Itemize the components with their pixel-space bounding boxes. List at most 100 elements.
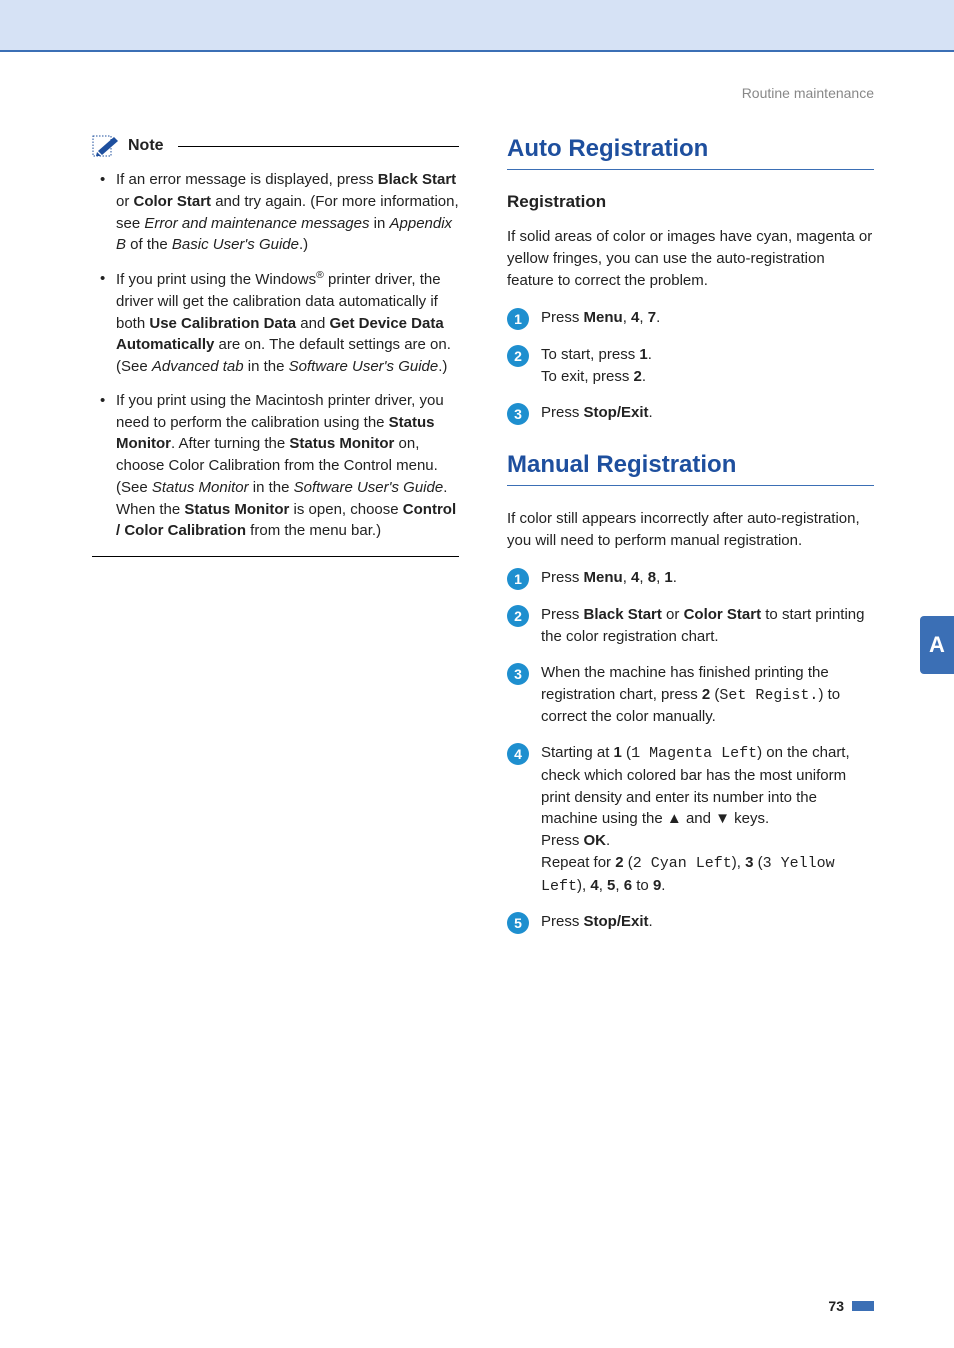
- top-bar: [0, 0, 954, 52]
- text: ),: [577, 877, 590, 894]
- text: .: [649, 404, 653, 421]
- text-bold: Use Calibration Data: [149, 315, 296, 332]
- text: (: [624, 854, 633, 871]
- text: and: [296, 315, 329, 332]
- note-icon: [92, 135, 120, 157]
- text: .: [648, 346, 652, 363]
- text: Press: [541, 309, 584, 326]
- step-number-icon: 4: [507, 743, 529, 765]
- text-bold: 1: [639, 346, 647, 363]
- text: ,: [615, 877, 623, 894]
- text: .: [649, 913, 653, 930]
- text-italic: Error and maintenance messages: [144, 215, 369, 232]
- text: ,: [639, 569, 647, 586]
- text-mono: 1 Magenta Left: [631, 745, 757, 762]
- text: or: [116, 193, 134, 210]
- auto-registration-heading: Auto Registration: [507, 135, 874, 170]
- text: (: [753, 854, 762, 871]
- text: .: [656, 309, 660, 326]
- text-bold: 8: [648, 569, 656, 586]
- text: Press: [541, 832, 584, 849]
- text-bold: 7: [648, 309, 656, 326]
- text: To start, press: [541, 346, 639, 363]
- step-number-icon: 5: [507, 912, 529, 934]
- registration-subheading: Registration: [507, 192, 874, 212]
- text: .): [299, 236, 308, 253]
- text-bold: 1: [664, 569, 672, 586]
- text: .: [642, 368, 646, 385]
- manual-step-3: 3 When the machine has finished printing…: [507, 662, 874, 728]
- text-italic: Status Monitor: [152, 479, 249, 496]
- text-bold: 2: [634, 368, 642, 385]
- text-italic: Basic User's Guide: [172, 236, 299, 253]
- manual-intro: If color still appears incorrectly after…: [507, 508, 874, 552]
- manual-step-5: 5 Press Stop/Exit.: [507, 911, 874, 934]
- text-italic: Software User's Guide: [294, 479, 444, 496]
- text-bold: Color Start: [684, 606, 762, 623]
- up-arrow-icon: ▲: [667, 810, 682, 827]
- auto-step-2: 2 To start, press 1. To exit, press 2.: [507, 344, 874, 388]
- note-item-1: If an error message is displayed, press …: [100, 169, 459, 256]
- auto-intro: If solid areas of color or images have c…: [507, 226, 874, 291]
- text: Repeat for: [541, 854, 615, 871]
- text: ),: [732, 854, 745, 871]
- left-column: Note If an error message is displayed, p…: [92, 135, 459, 948]
- auto-step-1: 1 Press Menu, 4, 7.: [507, 307, 874, 330]
- text: and: [682, 810, 715, 827]
- manual-step-4: 4 Starting at 1 (1 Magenta Left) on the …: [507, 742, 874, 897]
- text-bold: OK: [584, 832, 607, 849]
- note-list: If an error message is displayed, press …: [92, 169, 459, 557]
- text: . After turning the: [171, 435, 289, 452]
- step-number-icon: 2: [507, 345, 529, 367]
- text-mono: Set Regist.: [719, 687, 818, 704]
- text: to: [632, 877, 653, 894]
- text-italic: Software User's Guide: [289, 358, 439, 375]
- note-header: Note: [92, 135, 459, 157]
- text: of the: [126, 236, 172, 253]
- note-item-2: If you print using the Windows® printer …: [100, 268, 459, 378]
- step-number-icon: 3: [507, 403, 529, 425]
- down-arrow-icon: ▼: [715, 810, 730, 827]
- manual-registration-heading: Manual Registration: [507, 451, 874, 486]
- text: .): [438, 358, 447, 375]
- step-number-icon: 1: [507, 308, 529, 330]
- text: .: [661, 877, 665, 894]
- text: Press: [541, 569, 584, 586]
- text-italic: Advanced tab: [152, 358, 244, 375]
- step-number-icon: 3: [507, 663, 529, 685]
- text-bold: 4: [590, 877, 598, 894]
- text: in the: [244, 358, 289, 375]
- text-bold: 2: [615, 854, 623, 871]
- text: Press: [541, 913, 584, 930]
- text: ,: [623, 569, 631, 586]
- appendix-tab: A: [920, 616, 954, 674]
- text-mono: 2 Cyan Left: [633, 855, 732, 872]
- text-bold: 6: [624, 877, 632, 894]
- auto-step-3: 3 Press Stop/Exit.: [507, 402, 874, 425]
- page-number-text: 73: [828, 1298, 844, 1314]
- right-column: Auto Registration Registration If solid …: [507, 135, 874, 948]
- note-rule: [178, 146, 459, 147]
- text: If you print using the Windows: [116, 271, 316, 288]
- content-area: Note If an error message is displayed, p…: [92, 135, 874, 948]
- registered-mark: ®: [316, 269, 324, 281]
- manual-step-2: 2 Press Black Start or Color Start to st…: [507, 604, 874, 648]
- text: ,: [623, 309, 631, 326]
- auto-steps: 1 Press Menu, 4, 7. 2 To start, press 1.…: [507, 307, 874, 425]
- text: Press: [541, 404, 584, 421]
- page-accent: [852, 1301, 874, 1311]
- text-bold: Stop/Exit: [584, 913, 649, 930]
- text: from the menu bar.): [246, 522, 381, 539]
- text-bold: Menu: [584, 569, 623, 586]
- text: (: [622, 744, 631, 761]
- text: ,: [639, 309, 647, 326]
- note-title: Note: [128, 137, 164, 155]
- text-bold: Status Monitor: [289, 435, 394, 452]
- text: ,: [599, 877, 607, 894]
- text: in: [369, 215, 389, 232]
- text: .: [606, 832, 610, 849]
- text: If an error message is displayed, press: [116, 171, 378, 188]
- text: Press: [541, 606, 584, 623]
- text-bold: 1: [614, 744, 622, 761]
- step-number-icon: 2: [507, 605, 529, 627]
